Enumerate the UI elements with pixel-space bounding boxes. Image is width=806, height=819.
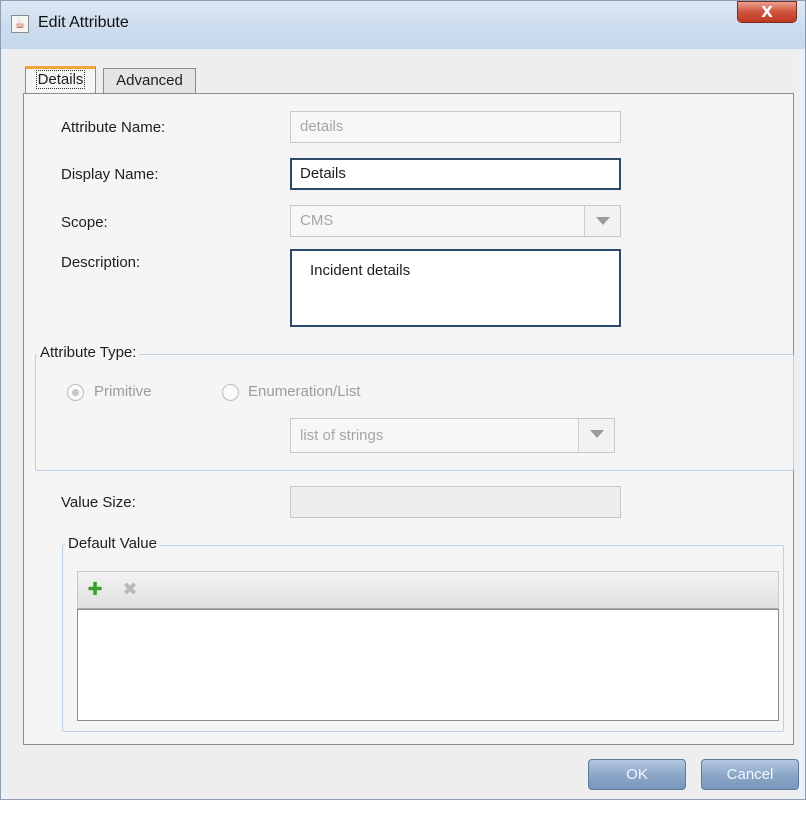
chevron-down-icon[interactable] <box>584 206 620 236</box>
enumeration-list-radio[interactable] <box>222 384 239 401</box>
chevron-down-icon[interactable] <box>578 419 614 452</box>
value-size-label: Value Size: <box>61 494 136 511</box>
description-textarea[interactable]: Incident details <box>290 249 621 327</box>
list-type-select[interactable]: list of strings <box>290 418 615 453</box>
delete-icon[interactable]: ✖ <box>120 580 140 600</box>
attribute-type-legend: Attribute Type: <box>37 344 140 361</box>
display-name-label: Display Name: <box>61 166 159 183</box>
ok-button[interactable]: OK <box>588 759 686 790</box>
list-type-select-value: list of strings <box>300 427 384 444</box>
scope-select-value: CMS <box>300 212 334 229</box>
tab-advanced-label: Advanced <box>116 72 183 89</box>
value-size-input[interactable] <box>290 486 621 518</box>
window-title: Edit Attribute <box>38 14 129 31</box>
attribute-type-group <box>35 354 794 471</box>
tab-advanced[interactable]: Advanced <box>103 68 196 94</box>
java-app-icon: ☕ <box>11 15 29 33</box>
attribute-name-label: Attribute Name: <box>61 119 166 136</box>
enumeration-list-radio-label: Enumeration/List <box>248 383 361 400</box>
tab-details[interactable]: Details <box>25 66 96 93</box>
tab-details-label: Details <box>35 70 86 89</box>
close-button[interactable]: X <box>737 1 797 23</box>
scope-select[interactable]: CMS <box>290 205 621 237</box>
cancel-button[interactable]: Cancel <box>701 759 799 790</box>
attribute-name-input[interactable]: details <box>290 111 621 143</box>
description-label: Description: <box>61 254 141 271</box>
default-value-list[interactable] <box>77 609 779 721</box>
default-value-legend: Default Value <box>65 535 160 552</box>
primitive-radio[interactable] <box>67 384 84 401</box>
display-name-input[interactable]: Details <box>290 158 621 190</box>
scope-label: Scope: <box>61 214 108 231</box>
primitive-radio-label: Primitive <box>94 383 152 400</box>
default-value-toolbar <box>77 571 779 609</box>
add-icon[interactable]: ✚ <box>85 580 105 600</box>
